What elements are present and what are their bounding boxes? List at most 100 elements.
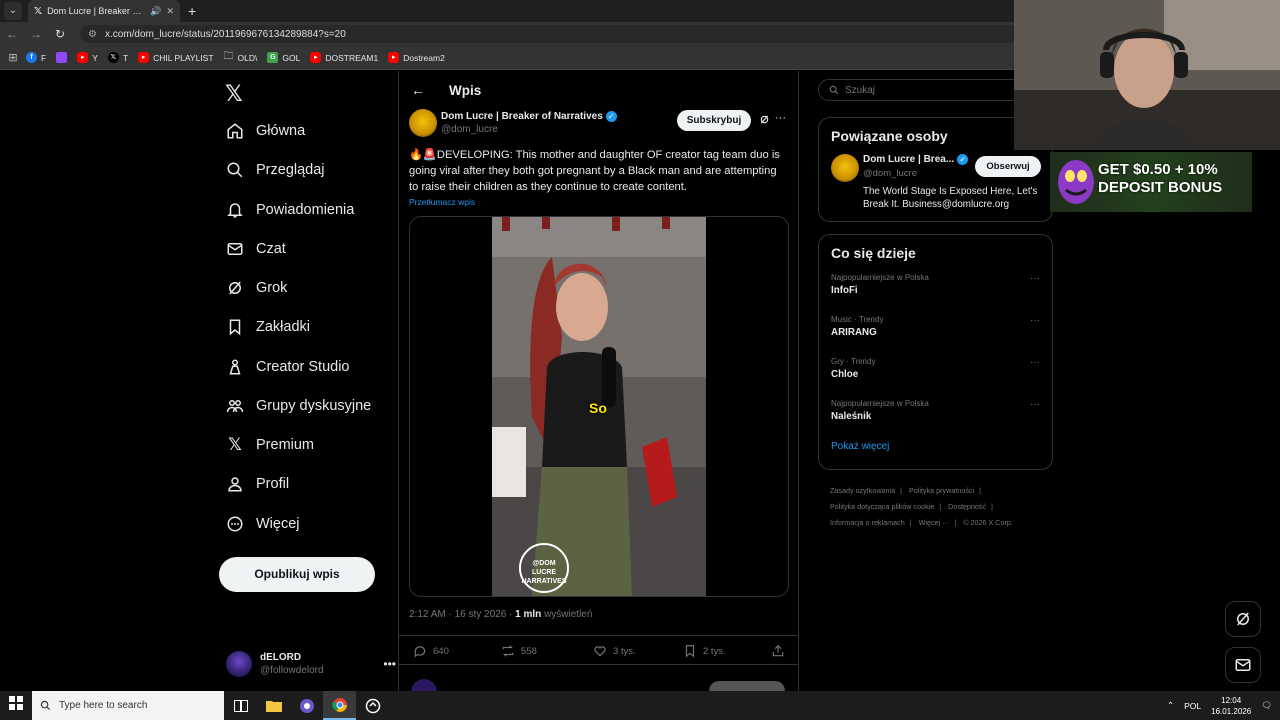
reply-icon [414,646,426,658]
bookmark-dostream2[interactable]: ▸ Dostream2 [388,52,445,63]
webcam-overlay [1014,0,1280,150]
apps-grid-icon[interactable]: ⊞ [0,51,26,64]
bookmark-chil-playlist[interactable]: ▸ CHIL PLAYLIST [138,52,214,63]
bookmark-button[interactable]: 2 tys. [683,644,726,658]
grok-fab-button[interactable] [1225,601,1261,637]
nav-item-profile[interactable]: Profil [226,469,289,499]
nav-item-creator-studio[interactable]: Creator Studio [226,352,350,382]
post-meta: 2:12 AM · 16 sty 2026 · 1 mln wyświetleń [409,609,592,620]
post-video[interactable]: So @DOM LUCRE NARRATIVES [409,216,789,597]
trends-panel: Co się dzieje Najpopularniejsze w Polska… [818,234,1053,470]
nav-item-explore[interactable]: Przeglądaj [226,155,325,185]
post-text: 🔥🚨DEVELOPING: This mother and daughter O… [409,149,780,193]
subscribe-button[interactable]: Subskrybuj [677,110,751,131]
related-name-row: Dom Lucre | Brea... ✓ [863,154,969,165]
show-more-link[interactable]: Pokaż więcej [819,437,1052,462]
bookmark-gol[interactable]: G GOL [267,52,300,63]
nav-item-home[interactable]: Główna [226,116,305,146]
windows-taskbar: Type here to search ⌃ POL 12:04 16.01.20… [0,691,1280,720]
speaker-icon[interactable]: 🔊 [150,6,161,17]
tab-search-button[interactable]: ⌄ [4,2,22,20]
task-view-icon[interactable] [224,691,257,720]
nav-item-chat[interactable]: Czat [226,234,286,264]
trend-item[interactable]: Music · Trendy ARIRANG ··· [819,311,1052,353]
windows-start-icon[interactable] [0,696,32,715]
reply-button[interactable]: 640 [413,644,449,658]
related-person[interactable]: Dom Lucre | Brea... ✓ @dom_lucre Obserwu… [819,150,1052,210]
bookmark-folder-old[interactable]: 🗀 OLD\ [224,49,258,66]
x-logo-icon[interactable]: 𝕏 [225,81,243,107]
footer-link[interactable]: Polityka prywatności [909,486,974,495]
publish-post-button[interactable]: Opublikuj wpis [219,557,375,592]
translate-link[interactable]: Przetłumacz wpis [409,197,475,207]
author-name-row[interactable]: Dom Lucre | Breaker of Narratives ✓ [441,111,617,122]
messages-fab-button[interactable] [1225,647,1261,683]
forward-icon[interactable]: → [24,27,48,41]
bookmark-t[interactable]: 𝕏T [107,52,128,63]
nav-item-grok[interactable]: Grok [226,273,287,303]
app-icon[interactable] [356,691,389,720]
back-icon[interactable]: ← [0,27,24,41]
footer-link[interactable]: Zasady użytkowania [830,486,895,495]
trend-name: InfoFi [831,285,858,296]
promo-banner[interactable]: GET $0.50 + 10% DEPOSIT BONUS [1050,152,1252,212]
video-frame[interactable]: So @DOM LUCRE NARRATIVES [492,217,706,596]
more-dots-icon[interactable]: ··· [775,112,786,124]
file-explorer-icon[interactable] [257,691,290,720]
follow-button[interactable]: Obserwuj [975,156,1041,177]
footer-link[interactable]: Informacja o reklamach [830,518,905,527]
trend-item[interactable]: Najpopularniejsze w Polska Naleśnik ··· [819,395,1052,437]
share-button[interactable] [771,644,785,658]
more-dots-icon[interactable]: ••• [383,657,396,671]
notification-icon[interactable]: 🗨 [1261,700,1272,711]
bookmark-dostream1[interactable]: ▸ DOSTREAM1 [310,52,378,63]
nav-item-notifications[interactable]: Powiadomienia [226,195,354,225]
more-circle-icon [226,515,244,533]
more-dots-icon[interactable]: ··· [1030,315,1040,326]
trend-item[interactable]: Najpopularniejsze w Polska InfoFi ··· [819,269,1052,311]
chevron-up-icon[interactable]: ⌃ [1167,700,1174,711]
trend-item[interactable]: Gry · Trendy Chloe ··· [819,353,1052,395]
bookmark-f[interactable]: fF [26,52,46,63]
chrome-icon[interactable] [323,691,356,720]
app-icon[interactable] [290,691,323,720]
reload-icon[interactable]: ↻ [48,27,72,41]
footer-link[interactable]: Dostępność [948,502,986,511]
repost-count: 558 [521,645,537,657]
grok-icon[interactable] [759,114,770,128]
repost-button[interactable]: 558 [501,644,537,658]
reply-submit-button[interactable] [709,681,785,691]
taskbar-search-input[interactable]: Type here to search [32,691,224,720]
bookmark-twitch[interactable] [56,52,68,63]
site-info-icon[interactable]: ⚙ [88,29,97,40]
browser-tab-active[interactable]: 𝕏 Dom Lucre | Breaker of Narr 🔊 ✕ [28,0,180,22]
nav-item-more[interactable]: Więcej [226,509,300,539]
footer-link[interactable]: Polityka dotycząca plików cookie [830,502,934,511]
verified-badge-icon: ✓ [605,111,617,122]
heart-icon [594,646,606,657]
trend-name: ARIRANG [831,327,877,338]
post-time[interactable]: 2:12 AM · 16 sty 2026 · [409,609,515,620]
more-dots-icon[interactable]: ··· [1030,273,1040,284]
bookmark-y[interactable]: ▸ Y [77,52,98,63]
tab-close-icon[interactable]: ✕ [166,6,174,17]
account-switcher[interactable]: dELORD @followdelord ••• [226,647,396,681]
nav-item-premium[interactable]: 𝕏 Premium [226,430,314,460]
more-dots-icon[interactable]: ··· [1030,399,1040,410]
nav-item-label: Główna [256,123,306,139]
back-arrow-icon[interactable]: ← [411,82,425,98]
like-button[interactable]: 3 tys. [593,644,636,658]
bookmark-count: 2 tys. [703,645,726,657]
clock[interactable]: 12:04 16.01.2026 [1211,695,1251,717]
nav-item-communities[interactable]: Grupy dyskusyjne [226,391,371,421]
author-handle[interactable]: @dom_lucre [441,124,498,135]
language-indicator[interactable]: POL [1184,701,1201,711]
new-tab-button[interactable]: + [188,2,196,20]
more-dots-icon[interactable]: ··· [1030,357,1040,368]
verified-badge-icon: ✓ [957,154,969,165]
bell-icon [226,201,244,219]
mascot-icon [1058,160,1094,204]
nav-item-bookmarks[interactable]: Zakładki [226,312,310,342]
author-avatar[interactable] [409,109,437,137]
footer-link[interactable]: Więcej ··· [919,518,950,527]
